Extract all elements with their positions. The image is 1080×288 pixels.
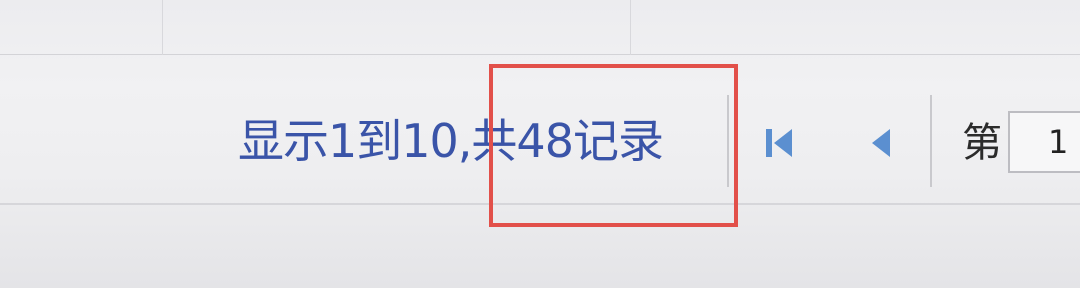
pagination-separator [930, 95, 932, 187]
table-column-divider [162, 0, 163, 55]
table-column-divider [630, 0, 631, 55]
page-number-input[interactable] [1008, 111, 1080, 173]
previous-page-icon [872, 129, 890, 157]
table-bottom-edge [0, 0, 1080, 55]
first-page-button[interactable] [760, 123, 800, 163]
record-count-info: 显示1到10,共48记录 [238, 114, 664, 168]
page-label: 第 [962, 120, 1002, 166]
screen: 显示1到10,共48记录 第 [0, 0, 1080, 288]
footer-divider [0, 203, 1080, 205]
previous-page-button[interactable] [860, 123, 900, 163]
pagination-bar: 显示1到10,共48记录 第 [0, 95, 1080, 195]
pagination-separator [727, 95, 729, 187]
first-page-icon [766, 129, 792, 157]
